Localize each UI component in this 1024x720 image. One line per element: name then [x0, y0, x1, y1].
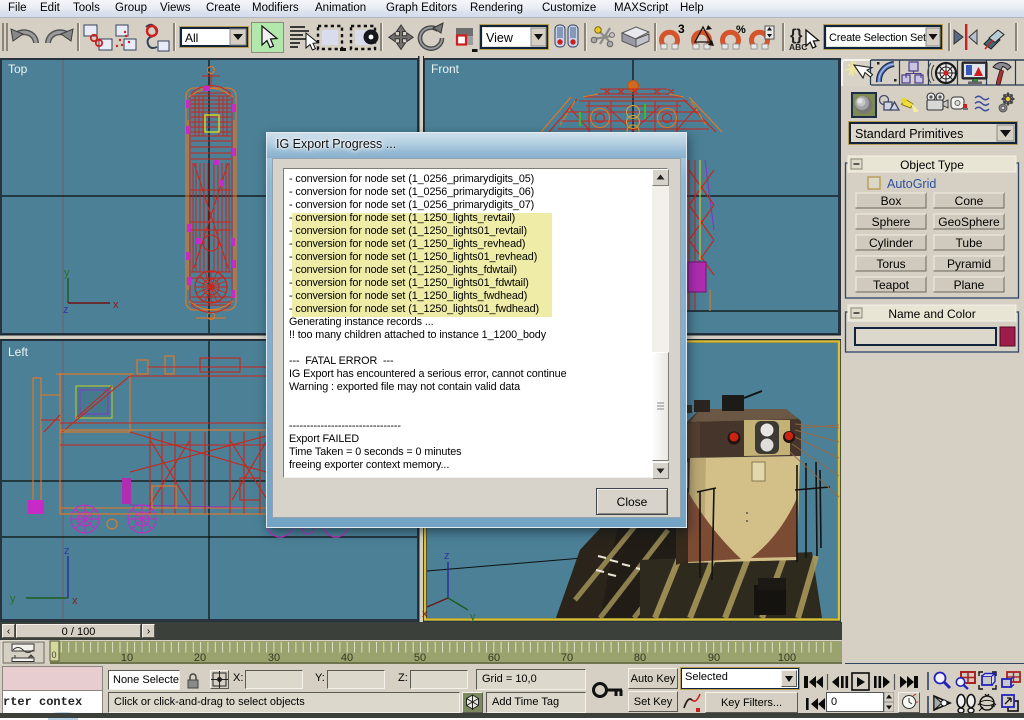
svg-text:10: 10 — [121, 652, 133, 664]
svg-text:AutoGrid: AutoGrid — [887, 177, 936, 191]
svg-text:x: x — [72, 595, 78, 607]
svg-text:z: z — [444, 550, 450, 562]
svg-text:70: 70 — [561, 652, 573, 664]
svg-text:100: 100 — [778, 652, 796, 664]
svg-text:60: 60 — [488, 652, 500, 664]
svg-text:All: All — [185, 31, 198, 45]
svg-text:Create Selection Set: Create Selection Set — [829, 32, 926, 44]
svg-text:Box: Box — [881, 194, 902, 208]
svg-text:%: % — [736, 24, 746, 36]
svg-text:Torus: Torus — [876, 257, 905, 271]
svg-text:Cylinder: Cylinder — [869, 236, 913, 250]
svg-text:40: 40 — [341, 652, 353, 664]
svg-text:Cone: Cone — [955, 194, 984, 208]
svg-text:90: 90 — [708, 652, 720, 664]
svg-text:z: z — [64, 545, 70, 557]
svg-text:Object Type: Object Type — [900, 158, 964, 172]
svg-text:z: z — [63, 304, 69, 316]
svg-text:0: 0 — [51, 650, 56, 660]
svg-text:Teapot: Teapot — [873, 278, 910, 292]
svg-text:View: View — [486, 31, 514, 45]
svg-text:y: y — [64, 267, 70, 279]
svg-text:Tube: Tube — [956, 236, 983, 250]
svg-text:Standard Primitives: Standard Primitives — [855, 127, 963, 141]
svg-text:50: 50 — [414, 652, 426, 664]
svg-text:x: x — [422, 608, 428, 620]
svg-text:x: x — [113, 299, 119, 311]
svg-text:GeoSphere: GeoSphere — [938, 215, 1000, 229]
svg-text:y: y — [10, 593, 16, 605]
svg-text:20: 20 — [194, 652, 206, 664]
svg-text:ABC: ABC — [789, 42, 807, 52]
svg-text:Plane: Plane — [954, 278, 985, 292]
svg-text:Name and Color: Name and Color — [888, 307, 975, 321]
svg-text:Pyramid: Pyramid — [947, 257, 991, 271]
svg-text:y: y — [470, 611, 476, 622]
svg-text:3: 3 — [678, 22, 685, 36]
svg-text:30: 30 — [268, 652, 280, 664]
svg-text:Sphere: Sphere — [872, 215, 911, 229]
svg-text:80: 80 — [634, 652, 646, 664]
